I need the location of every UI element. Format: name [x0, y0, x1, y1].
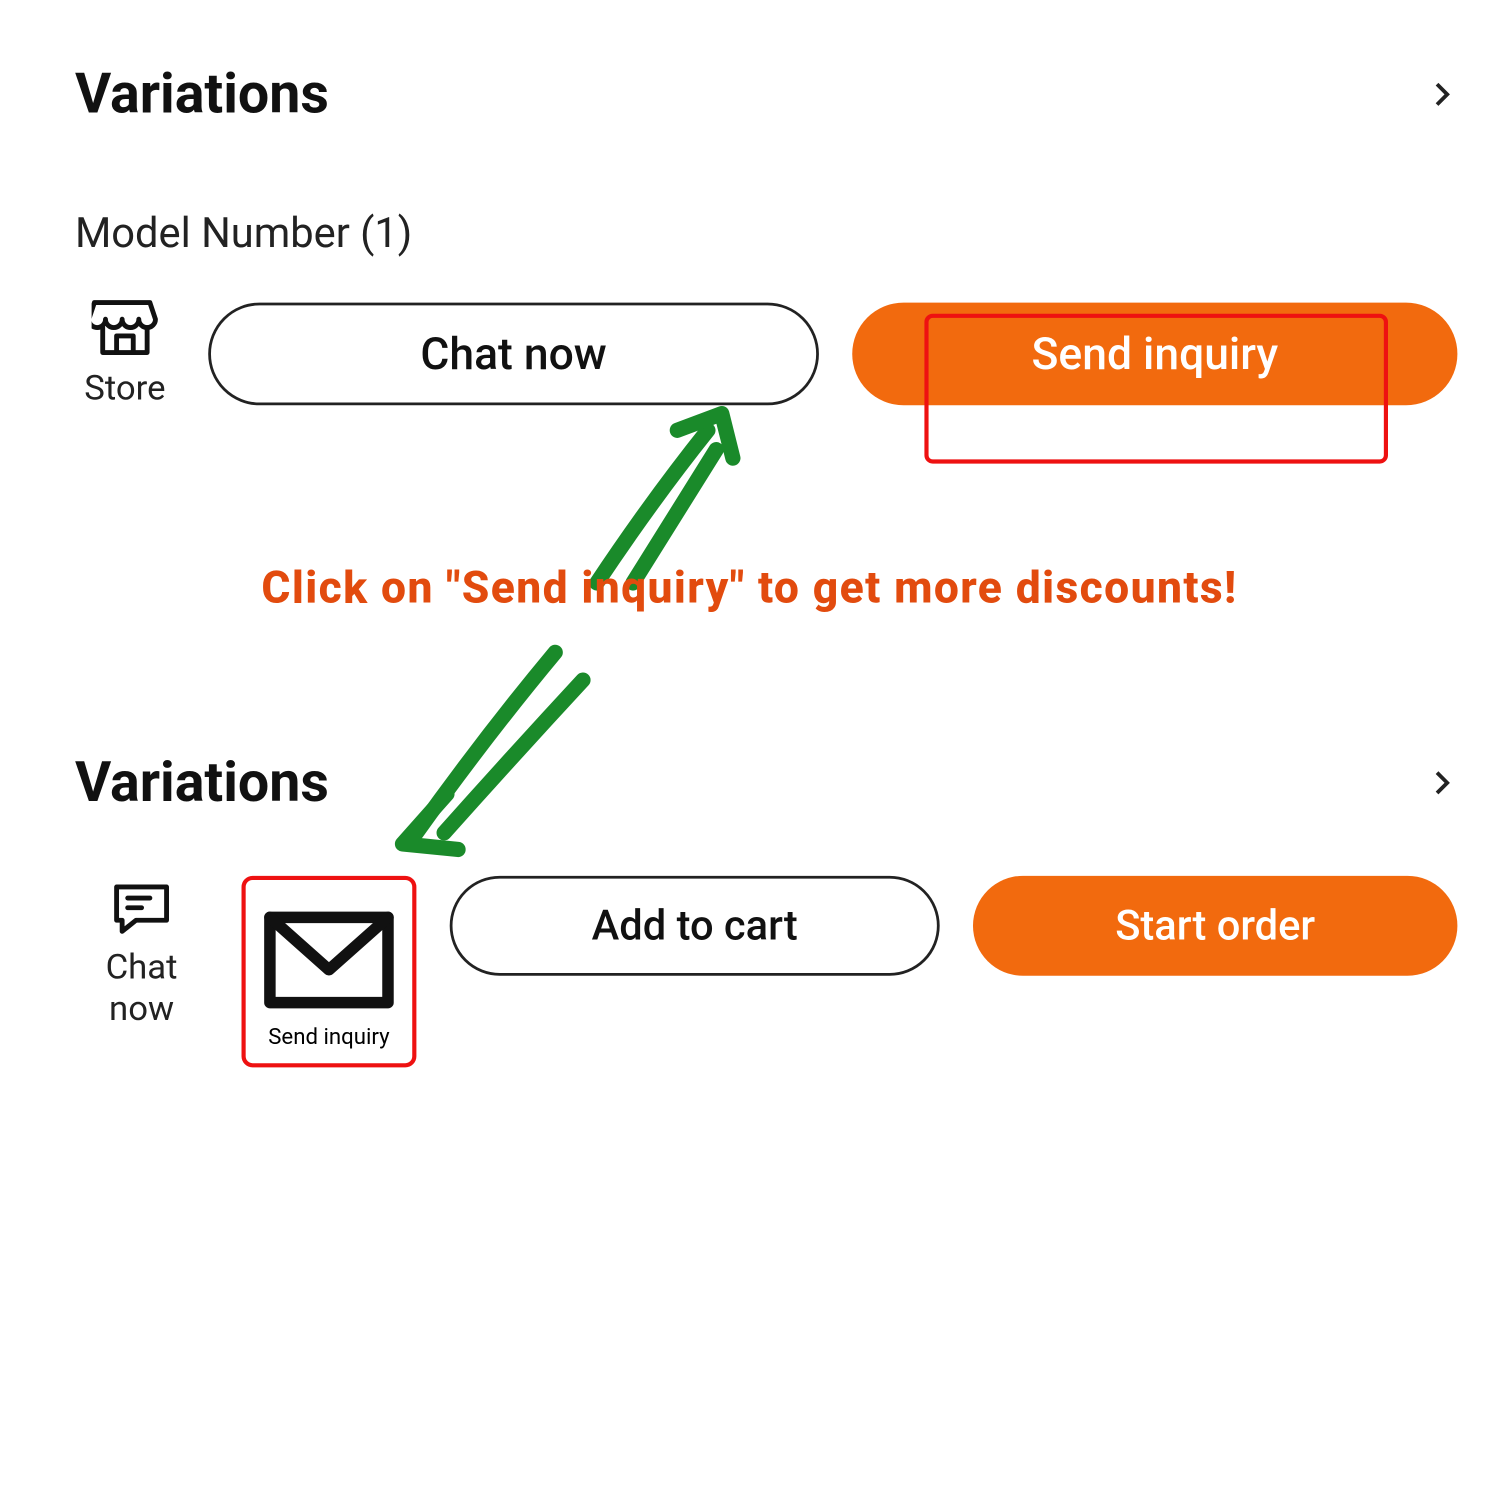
chat-now-label: Chat now — [420, 327, 606, 380]
actions-row-1: Store Chat now Send inquiry — [75, 297, 1457, 409]
variations-title-2: Variations — [75, 750, 329, 815]
chevron-right-icon — [1427, 78, 1458, 109]
actions-row-2: Chat now Send inquiry Add to cart Start … — [75, 876, 1457, 1067]
send-inquiry-button-2[interactable]: Send inquiry — [242, 876, 417, 1067]
variations-row[interactable]: Variations — [75, 61, 1457, 126]
start-order-button[interactable]: Start order — [973, 876, 1457, 976]
section-1: Variations Model Number (1) Store Chat n… — [75, 61, 1457, 409]
store-button[interactable]: Store — [75, 297, 175, 409]
start-order-label: Start order — [1115, 902, 1315, 951]
store-label: Store — [84, 369, 165, 409]
chat-icon — [111, 881, 172, 937]
variations-title: Variations — [75, 61, 329, 126]
variations-row-2[interactable]: Variations — [75, 750, 1457, 815]
chat-now-label-2: Chat now — [75, 948, 208, 1031]
send-inquiry-button[interactable]: Send inquiry — [852, 302, 1457, 405]
envelope-icon — [257, 891, 401, 1022]
add-to-cart-button[interactable]: Add to cart — [450, 876, 940, 976]
store-icon — [92, 297, 159, 358]
chat-now-button[interactable]: Chat now — [208, 302, 819, 405]
send-inquiry-label: Send inquiry — [1032, 327, 1279, 380]
chat-now-button-2[interactable]: Chat now — [75, 876, 208, 1031]
section-2: Variations Chat now Send inquiry — [75, 750, 1457, 1067]
chevron-right-icon — [1427, 767, 1458, 798]
annotation-text: Click on "Send inquiry" to get more disc… — [69, 561, 1429, 614]
add-to-cart-label: Add to cart — [592, 902, 798, 951]
send-inquiry-label-2: Send inquiry — [268, 1022, 389, 1048]
model-number-label: Model Number (1) — [75, 210, 1457, 259]
